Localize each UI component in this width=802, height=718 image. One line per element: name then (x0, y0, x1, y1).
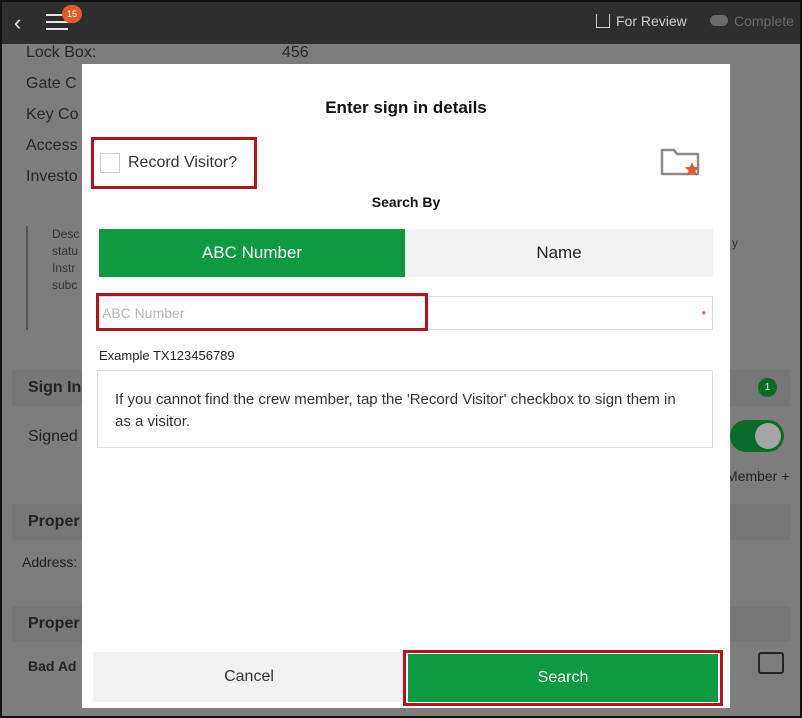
note-tail: y (732, 236, 738, 250)
signed-toggle[interactable] (730, 420, 784, 452)
sign-in-dialog: Enter sign in details Record Visitor? Se… (82, 64, 730, 708)
add-member-link[interactable]: Member + (726, 468, 789, 484)
description-note: Desc statu Instr subc (26, 226, 80, 330)
record-visitor-label[interactable]: Record Visitor? (128, 154, 237, 172)
sign-in-section-title: Sign In (28, 379, 82, 396)
for-review-button[interactable]: For Review (596, 13, 687, 29)
segment-name[interactable]: Name (405, 229, 713, 277)
investor-label: Investo (26, 168, 78, 185)
note-line: subc (52, 278, 78, 292)
key-code-label: Key Co (26, 106, 79, 123)
image-icon[interactable] (758, 652, 784, 674)
example-hint: Example TX123456789 (99, 348, 235, 363)
search-by-segmented-control: ABC Number Name (99, 229, 713, 277)
cancel-button[interactable]: Cancel (93, 652, 405, 702)
app-top-bar: ‹ 15 For Review Complete (0, 0, 802, 44)
share-icon (596, 14, 610, 28)
info-text: If you cannot find the crew member, tap … (115, 391, 676, 430)
note-line: Desc (52, 227, 80, 241)
note-line: statu (52, 244, 79, 258)
notification-badge: 15 (62, 5, 82, 23)
cloud-upload-icon (710, 15, 728, 26)
folder-star-icon[interactable] (660, 144, 704, 180)
bad-address-label: Bad Ad (28, 658, 77, 674)
note-line: Instr (52, 261, 76, 275)
segment-abc-number[interactable]: ABC Number (99, 229, 405, 277)
signed-label: Signed (28, 428, 78, 445)
required-indicator: • (701, 306, 706, 320)
chevron-left-icon[interactable]: ‹ (14, 10, 21, 36)
record-visitor-checkbox[interactable] (100, 153, 120, 173)
address-label: Address: (22, 554, 78, 570)
info-box: If you cannot find the crew member, tap … (97, 370, 713, 448)
property-section-2-title: Proper (28, 615, 80, 632)
sign-in-count-badge: 1 (758, 378, 777, 397)
search-by-label: Search By (371, 194, 441, 210)
dialog-title: Enter sign in details (325, 98, 487, 117)
lock-box-value: 456 (282, 44, 309, 61)
gate-code-label: Gate C (26, 75, 77, 92)
complete-button[interactable]: Complete (710, 13, 794, 29)
property-section-title: Proper (28, 513, 80, 530)
lock-box-label: Lock Box: (26, 44, 97, 61)
access-label: Access (26, 137, 78, 154)
search-button[interactable]: Search (408, 654, 718, 702)
abc-number-field: • (99, 296, 713, 330)
complete-label: Complete (734, 13, 794, 29)
for-review-label: For Review (616, 13, 687, 29)
abc-number-input[interactable] (102, 300, 682, 326)
